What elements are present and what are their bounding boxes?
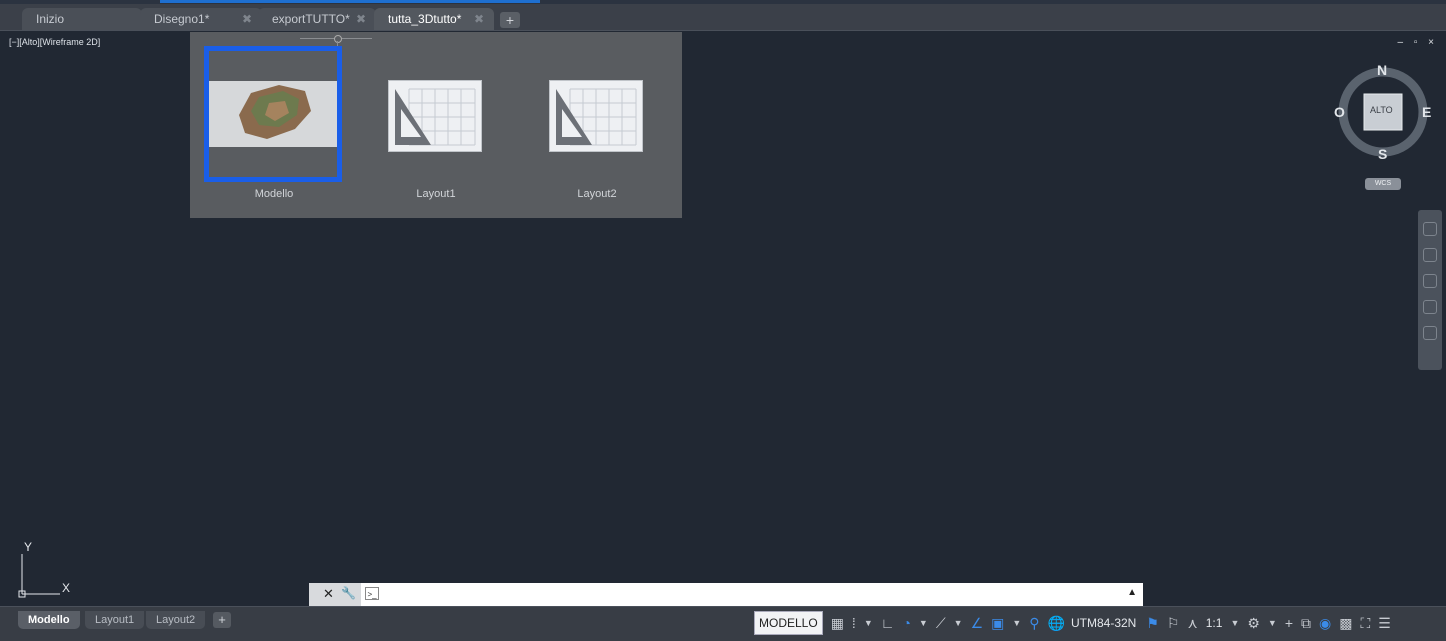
dropdown-icon[interactable]: ▼ (1230, 618, 1239, 628)
layout-sheet-icon (388, 80, 482, 152)
plus-icon[interactable]: + (1285, 615, 1293, 631)
isolate-objects-icon[interactable]: ⧉ (1301, 615, 1311, 632)
viewcube-face[interactable]: ALTO (1370, 105, 1393, 115)
coordinate-system-label[interactable]: UTM84-32N (1071, 616, 1136, 630)
pan-icon[interactable] (1423, 248, 1437, 262)
annotation-scale-icon[interactable]: ⋏ (1187, 615, 1197, 632)
command-line-controls: ✕ 🔧 (309, 583, 361, 606)
tab-exporttutto[interactable]: exportTUTTO* ✖ (258, 8, 376, 30)
tab-inizio[interactable]: Inizio (22, 8, 142, 30)
grid-display-icon[interactable]: ▦ (831, 615, 844, 632)
new-tab-button[interactable]: + (500, 12, 520, 28)
compass-west[interactable]: O (1334, 104, 1345, 120)
tab-label: Disegno1* (154, 12, 210, 26)
object-snap-icon[interactable]: ▣ (991, 615, 1004, 632)
close-icon[interactable]: ✖ (474, 8, 484, 30)
viewport-controls[interactable]: [−][Alto][Wireframe 2D] (9, 37, 100, 47)
viewport-window-controls[interactable]: – ▫ × (1397, 37, 1438, 48)
layout-tab-modello[interactable]: Modello (18, 611, 80, 629)
ortho-icon[interactable]: ∟ (881, 615, 895, 631)
auto-scale-icon[interactable]: ⚐ (1167, 615, 1180, 632)
orbit-icon[interactable] (1423, 300, 1437, 314)
gear-icon[interactable]: ⚙ (1247, 615, 1260, 632)
compass-east[interactable]: E (1422, 104, 1431, 120)
annotation-scale[interactable]: 1:1 (1206, 616, 1223, 630)
thumb-label: Layout2 (577, 188, 617, 200)
ucs-icon: Y X (14, 540, 84, 600)
globe-icon[interactable]: 🌐 (1048, 615, 1065, 632)
dropdown-icon[interactable]: ▼ (954, 618, 963, 628)
close-icon[interactable]: ✕ (323, 586, 334, 602)
hardware-acceleration-icon[interactable]: ◉ (1319, 615, 1331, 632)
fullscreen-icon[interactable]: ⛶ (1360, 615, 1370, 632)
ucs-y-label: Y (24, 540, 33, 554)
steering-wheel-icon[interactable] (1423, 222, 1437, 236)
layout-tab-layout2[interactable]: Layout2 (146, 611, 206, 629)
tab-label: tutta_3Dtutto* (388, 12, 462, 26)
tab-label: Inizio (36, 12, 65, 26)
wrench-icon[interactable]: 🔧 (341, 586, 356, 600)
wcs-menu[interactable]: WCS (1365, 178, 1401, 190)
isodraft-icon[interactable]: ⟋ (936, 615, 946, 632)
dropdown-icon[interactable]: ▼ (919, 618, 928, 628)
close-icon[interactable]: ✖ (356, 8, 366, 30)
add-layout-button[interactable]: + (213, 612, 231, 628)
grid-icon (395, 88, 476, 146)
layout-thumb-modello[interactable] (204, 46, 348, 186)
compass-south[interactable]: S (1378, 146, 1387, 162)
grid-icon (556, 88, 637, 146)
object-snap-tracking-icon[interactable]: ∠ (971, 615, 984, 632)
layout-tab-layout1[interactable]: Layout1 (85, 611, 145, 629)
command-input[interactable] (391, 585, 1125, 605)
model-space-button[interactable]: MODELLO (754, 611, 823, 635)
tab-label: exportTUTTO* (272, 12, 350, 26)
history-up-icon[interactable]: ▲ (1127, 587, 1137, 598)
popup-slider-knob[interactable] (334, 35, 342, 43)
snap-mode-icon[interactable]: ⁞ (852, 615, 856, 631)
clean-screen-toggle-icon[interactable]: ▩ (1339, 615, 1352, 632)
zoom-icon[interactable] (1423, 274, 1437, 288)
dropdown-icon[interactable]: ▼ (1012, 618, 1021, 628)
ucs-x-label: X (62, 581, 71, 595)
navigation-bar (1418, 210, 1442, 370)
geolocation-icon[interactable]: ⚲ (1029, 615, 1039, 632)
thumb-label: Modello (254, 188, 294, 200)
model-preview-image (209, 81, 337, 147)
compass-north[interactable]: N (1377, 62, 1387, 78)
viewcube[interactable]: ALTO N S E O (1334, 62, 1431, 162)
status-tools: MODELLO ▦ ⁞ ▼ ∟ ◔ ▼ ⟋ ▼ ∠ ▣ ▼ ⚲ 🌐 UTM84-… (754, 610, 1395, 636)
showmotion-icon[interactable] (1423, 326, 1437, 340)
close-icon[interactable]: ✖ (242, 8, 252, 30)
command-prompt-icon[interactable]: >_ (365, 587, 379, 600)
dropdown-icon[interactable]: ▼ (1268, 618, 1277, 628)
terrain-icon (239, 85, 311, 139)
thumb-label: Layout1 (416, 188, 456, 200)
polar-tracking-icon[interactable]: ◔ (902, 615, 910, 631)
layout-sheet-icon (549, 80, 643, 152)
tab-tutta-3dtutto[interactable]: tutta_3Dtutto* ✖ (374, 8, 494, 30)
tab-disegno1[interactable]: Disegno1* ✖ (140, 8, 262, 30)
file-tab-bar: Inizio Disegno1* ✖ exportTUTTO* ✖ tutta_3D… (0, 4, 1446, 31)
annotation-visibility-icon[interactable]: ⚑ (1146, 615, 1159, 632)
menu-icon[interactable]: ☰ (1378, 615, 1391, 632)
layout-preview-popup: Modello Layout1 Layout2 (190, 32, 682, 218)
dropdown-icon[interactable]: ▼ (864, 618, 873, 628)
status-bar: Modello Layout1 Layout2 + MODELLO ▦ ⁞ ▼ … (0, 606, 1446, 641)
active-indicator (160, 0, 540, 3)
command-line: ✕ 🔧 >_ ▲ (309, 583, 1143, 606)
